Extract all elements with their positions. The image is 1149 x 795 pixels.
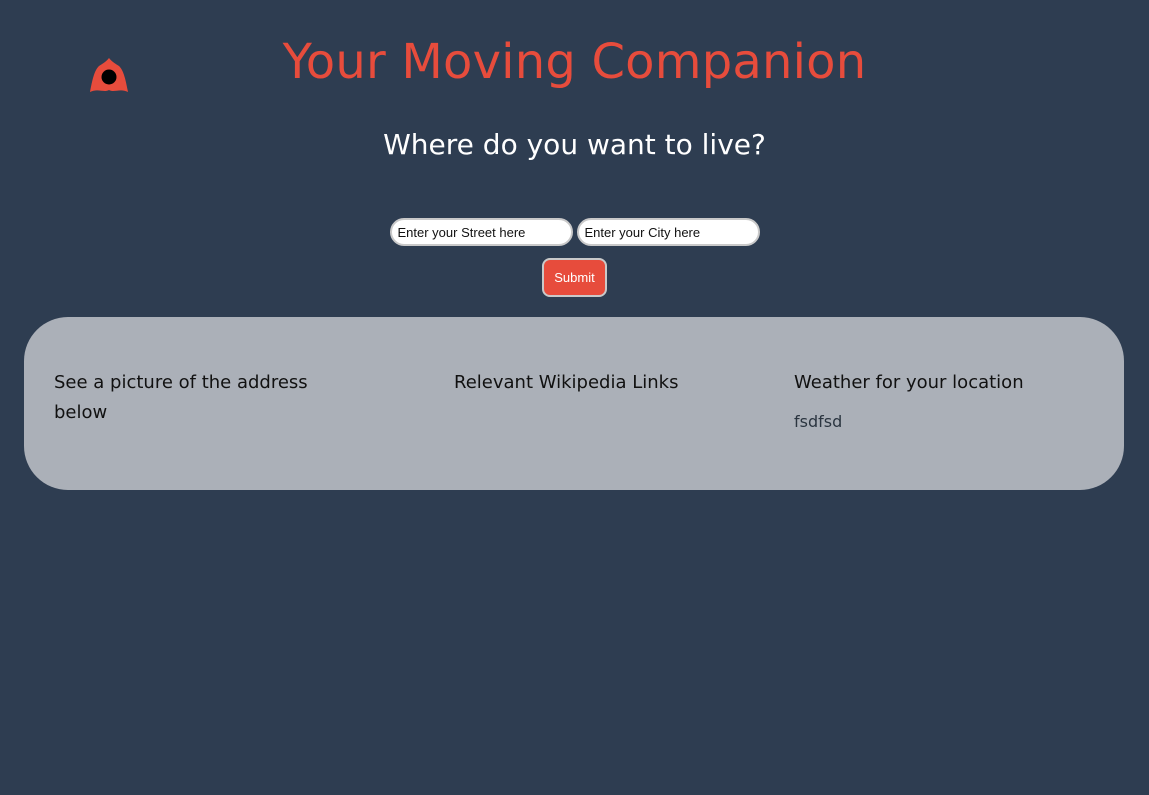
address-inputs (0, 218, 1149, 246)
city-input[interactable] (576, 218, 760, 246)
page-title: Your Moving Companion (282, 34, 867, 90)
results-panel: See a picture of the address below Relev… (24, 317, 1124, 490)
wikipedia-heading: Relevant Wikipedia Links (454, 372, 679, 393)
page: Your Moving Companion Where do you want … (0, 0, 1149, 795)
picture-section: See a picture of the address below (54, 368, 324, 428)
weather-heading: Weather for your location (794, 372, 1024, 393)
page-subtitle: Where do you want to live? (383, 128, 766, 161)
submit-button[interactable]: Submit (542, 258, 607, 297)
weather-text: fsdfsd (794, 412, 843, 431)
weather-section: Weather for your location fsdfsd (794, 368, 1094, 431)
wikipedia-section: Relevant Wikipedia Links (454, 368, 754, 398)
street-input[interactable] (389, 218, 573, 246)
picture-heading: See a picture of the address below (54, 372, 308, 423)
address-form: Submit (0, 218, 1149, 297)
